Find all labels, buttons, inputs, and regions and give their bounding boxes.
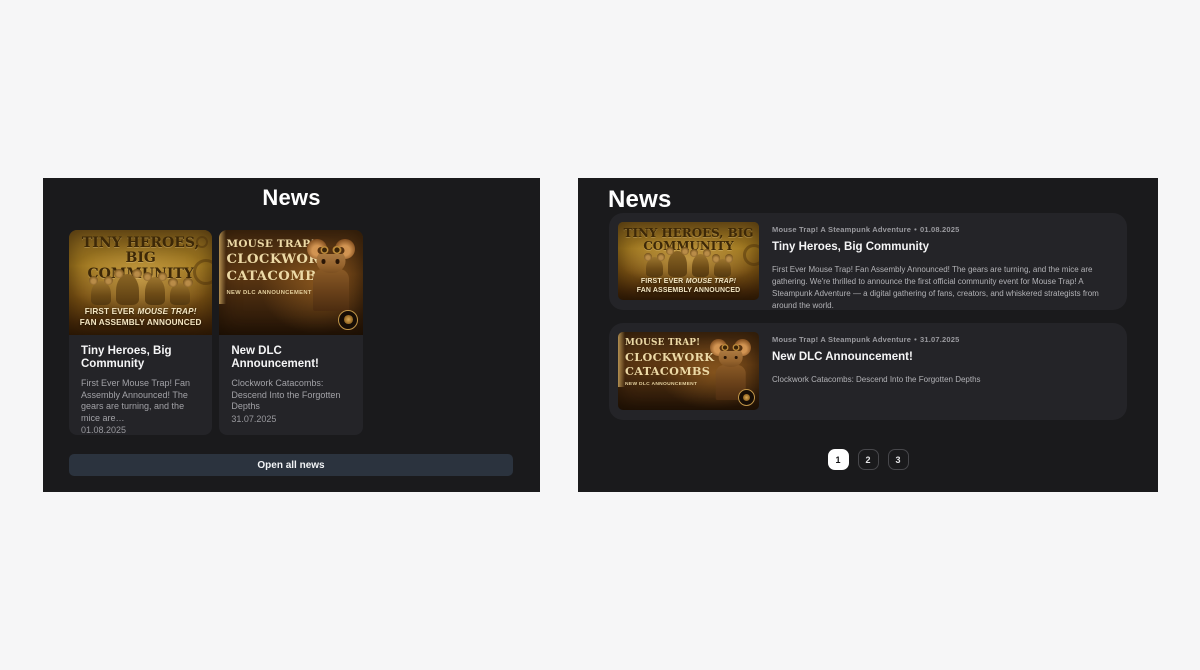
news-card-excerpt: First Ever Mouse Trap! Fan Assembly Anno… (81, 378, 200, 425)
news-card-new-dlc[interactable]: MOUSE TRAP! CLOCKWORK CATACOMBS NEW DLC … (219, 230, 362, 435)
artwork-edge-highlight (219, 230, 226, 304)
artwork-subtitle: FIRST EVERMOUSE TRAP! FAN ASSEMBLY ANNOU… (69, 307, 212, 328)
news-card-body: Tiny Heroes, Big Community First Ever Mo… (69, 335, 212, 435)
news-widget-panel: News TINY HEROES, BIG COMMUNITY (43, 178, 540, 492)
tiny-heroes-artwork: TINY HEROES, BIG COMMUNITY FIRST EVERMOU… (618, 222, 759, 300)
news-item-source: Mouse Trap! A Steampunk Adventure (772, 335, 911, 344)
mouse-goggles (317, 247, 344, 254)
mice-illustration (629, 251, 747, 277)
mouse-figure (91, 281, 111, 305)
news-item-thumbnail: TINY HEROES, BIG COMMUNITY FIRST EVERMOU… (618, 222, 759, 300)
mouse-figure (668, 251, 688, 277)
clockwork-artwork: MOUSE TRAP! CLOCKWORK CATACOMBS NEW DLC … (618, 332, 759, 410)
pagination-page-1[interactable]: 1 (828, 449, 849, 470)
mouse-goggles (719, 345, 742, 351)
artwork-subtitle: FIRST EVERMOUSE TRAP! FAN ASSEMBLY ANNOU… (618, 277, 759, 295)
news-item-date: 01.08.2025 (920, 225, 960, 234)
mouse-coat (313, 269, 349, 311)
news-list: TINY HEROES, BIG COMMUNITY FIRST EVERMOU… (609, 213, 1127, 420)
news-item-title: New DLC Announcement! (772, 351, 1103, 363)
studio-badge (338, 310, 358, 330)
news-card-image: TINY HEROES, BIG COMMUNITY FIRST EVERMOU… (69, 230, 212, 335)
news-item-meta: Mouse Trap! A Steampunk Adventure•31.07.… (772, 335, 1103, 344)
studio-badge (738, 389, 755, 406)
news-list-item-new-dlc[interactable]: MOUSE TRAP! CLOCKWORK CATACOMBS NEW DLC … (609, 323, 1127, 420)
news-list-title: News (608, 186, 672, 214)
mouse-figure (170, 283, 190, 305)
pagination-page-3[interactable]: 3 (888, 449, 909, 470)
artwork-title: MOUSE TRAP! CLOCKWORK CATACOMBS NEW DLC … (625, 338, 714, 387)
news-item-excerpt: First Ever Mouse Trap! Fan Assembly Anno… (772, 264, 1103, 310)
clockwork-artwork: MOUSE TRAP! CLOCKWORK CATACOMBS NEW DLC … (219, 230, 362, 335)
news-item-body: Mouse Trap! A Steampunk Adventure•31.07.… (772, 332, 1103, 411)
mouse-figure (714, 259, 731, 278)
mice-illustration (80, 274, 200, 305)
news-list-panel: News TINY HEROES, BIG COMMUNITY (578, 178, 1158, 492)
mouse-figure (116, 274, 139, 305)
pagination-page-2[interactable]: 2 (858, 449, 879, 470)
mouse-figure (692, 254, 709, 278)
news-card-date: 01.08.2025 (81, 425, 200, 435)
news-item-thumbnail: MOUSE TRAP! CLOCKWORK CATACOMBS NEW DLC … (618, 332, 759, 410)
news-item-title: Tiny Heroes, Big Community (772, 241, 1103, 253)
news-list-item-tiny-heroes[interactable]: TINY HEROES, BIG COMMUNITY FIRST EVERMOU… (609, 213, 1127, 310)
tiny-heroes-artwork: TINY HEROES, BIG COMMUNITY FIRST EVERMOU… (69, 230, 212, 335)
news-card-title: Tiny Heroes, Big Community (81, 345, 200, 371)
open-all-news-button[interactable]: Open all news (69, 454, 513, 476)
news-item-meta: Mouse Trap! A Steampunk Adventure•01.08.… (772, 225, 1103, 234)
news-card-title: New DLC Announcement! (231, 345, 350, 371)
pagination: 1 2 3 (578, 449, 1158, 470)
news-item-body: Mouse Trap! A Steampunk Adventure•01.08.… (772, 222, 1103, 301)
news-item-excerpt: Clockwork Catacombs: Descend Into the Fo… (772, 374, 1103, 386)
news-widget-title: News (43, 185, 540, 211)
news-item-separator: • (914, 225, 917, 234)
news-item-date: 31.07.2025 (920, 335, 960, 344)
news-item-separator: • (914, 335, 917, 344)
artwork-edge-highlight (618, 332, 625, 387)
news-card-tiny-heroes[interactable]: TINY HEROES, BIG COMMUNITY FIRST EVERMOU… (69, 230, 212, 435)
mouse-figure (646, 257, 663, 277)
mouse-figure (145, 277, 165, 305)
news-card-date: 31.07.2025 (231, 414, 350, 424)
news-card-image: MOUSE TRAP! CLOCKWORK CATACOMBS NEW DLC … (219, 230, 362, 335)
news-card-grid: TINY HEROES, BIG COMMUNITY FIRST EVERMOU… (69, 230, 513, 435)
news-item-source: Mouse Trap! A Steampunk Adventure (772, 225, 911, 234)
news-card-body: New DLC Announcement! Clockwork Catacomb… (219, 335, 362, 435)
news-card-excerpt: Clockwork Catacombs: Descend Into the Fo… (231, 378, 350, 413)
